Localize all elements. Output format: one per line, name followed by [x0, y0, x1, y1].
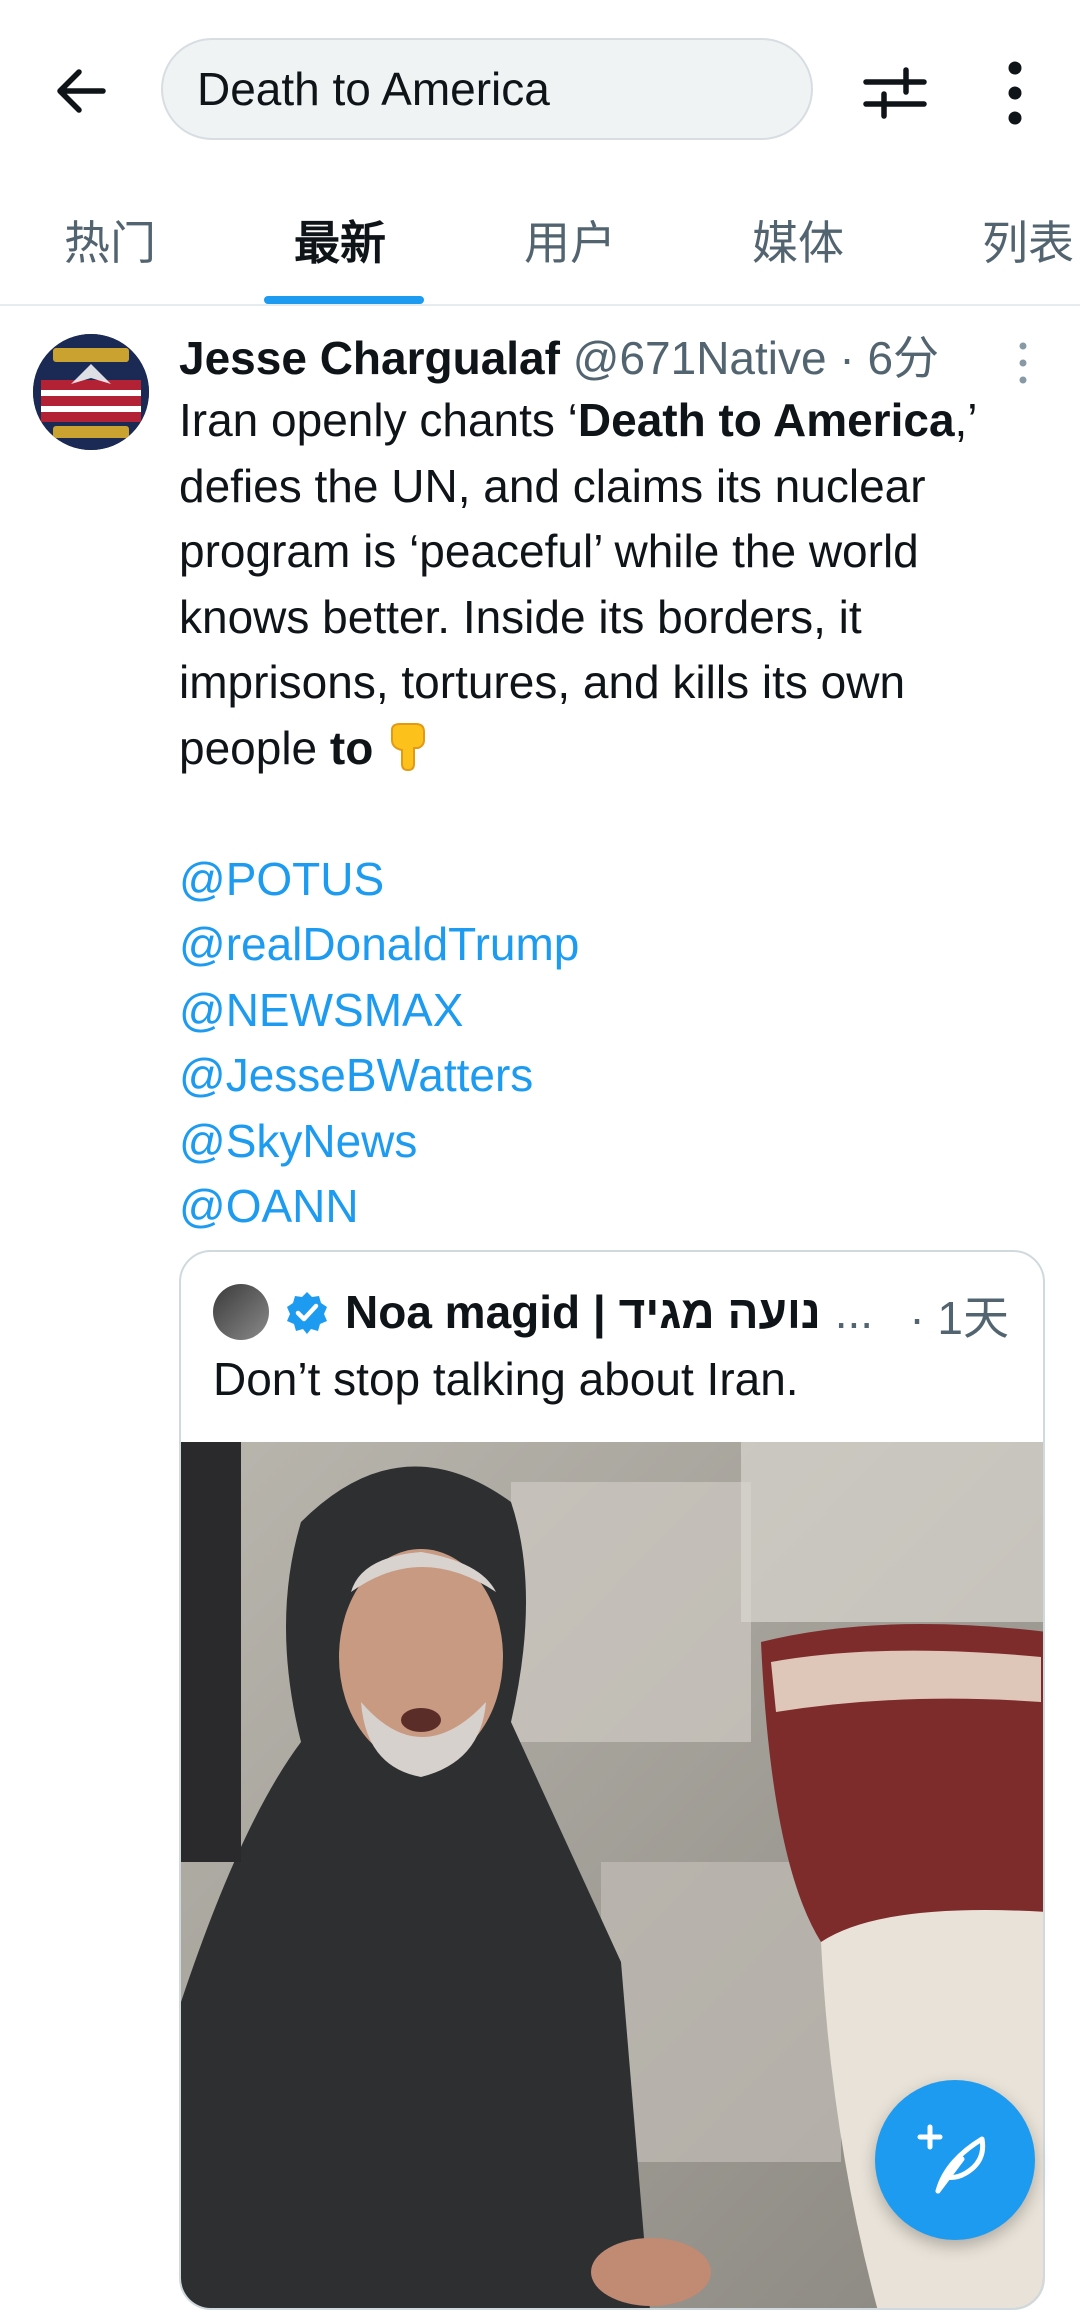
avatar	[213, 1284, 269, 1340]
mention-link[interactable]: @POTUS	[179, 847, 1049, 913]
tweet-text-part: Iran openly chants ‘	[179, 394, 578, 446]
tweet-bold-part: Death to America	[577, 394, 955, 446]
quoted-tweet-time: · 1天	[909, 1292, 1009, 1344]
quoted-tweet-header: Noa magid | נועה מגיד ...	[213, 1282, 873, 1342]
top-bar: Death to America	[0, 0, 1080, 180]
active-tab-indicator	[264, 296, 424, 304]
tweet-bold-part: to	[329, 721, 374, 774]
tweet-text-part: ,’ defies the UN, and claims its nuclear…	[179, 394, 976, 774]
avatar[interactable]	[33, 334, 149, 450]
search-tabs: 热门 最新 用户 媒体 列表	[0, 180, 1080, 306]
tweet-time: · 6分	[839, 332, 940, 384]
sliders-icon	[863, 67, 927, 119]
tab-top[interactable]: 热门	[64, 208, 156, 278]
tab-media[interactable]: 媒体	[752, 208, 844, 278]
mention-link[interactable]: @SkyNews	[179, 1109, 1049, 1175]
more-vertical-icon	[1008, 61, 1022, 125]
verified-badge-icon	[287, 1292, 327, 1334]
arrow-left-icon	[57, 69, 106, 113]
quoted-tweet-text: Don’t stop talking about Iran.	[213, 1353, 799, 1405]
tab-lists[interactable]: 列表	[982, 208, 1074, 278]
pointing-down-hand-icon	[386, 720, 432, 772]
name-truncation: ...	[834, 1286, 874, 1338]
search-input[interactable]: Death to America	[161, 38, 813, 140]
mention-link[interactable]: @OANN	[179, 1174, 1049, 1240]
tweet-menu-button[interactable]	[1012, 340, 1034, 386]
compose-feather-icon	[917, 2124, 986, 2194]
tab-latest[interactable]: 最新	[294, 208, 386, 278]
back-button[interactable]	[48, 58, 114, 124]
more-options-button[interactable]	[985, 58, 1045, 128]
author-handle[interactable]: @671Native	[573, 332, 827, 384]
tweet-text: Iran openly chants ‘Death to America,’ d…	[179, 388, 1049, 1240]
profile-picture	[33, 334, 149, 450]
mention-link[interactable]: @JesseBWatters	[179, 1043, 1049, 1109]
compose-tweet-button[interactable]	[875, 2080, 1035, 2240]
mention-link[interactable]: @NEWSMAX	[179, 978, 1049, 1044]
mention-link[interactable]: @realDonaldTrump	[179, 912, 1049, 978]
search-query: Death to America	[197, 63, 550, 115]
more-vertical-icon	[1019, 342, 1027, 384]
tweet-header: Jesse Chargualaf @671Native · 6分	[179, 322, 1039, 392]
search-filter-button[interactable]	[860, 60, 930, 126]
quoted-author-name: Noa magid | נועה מגיד	[345, 1286, 821, 1338]
author-name[interactable]: Jesse Chargualaf	[179, 332, 560, 384]
tab-people[interactable]: 用户	[524, 208, 616, 278]
